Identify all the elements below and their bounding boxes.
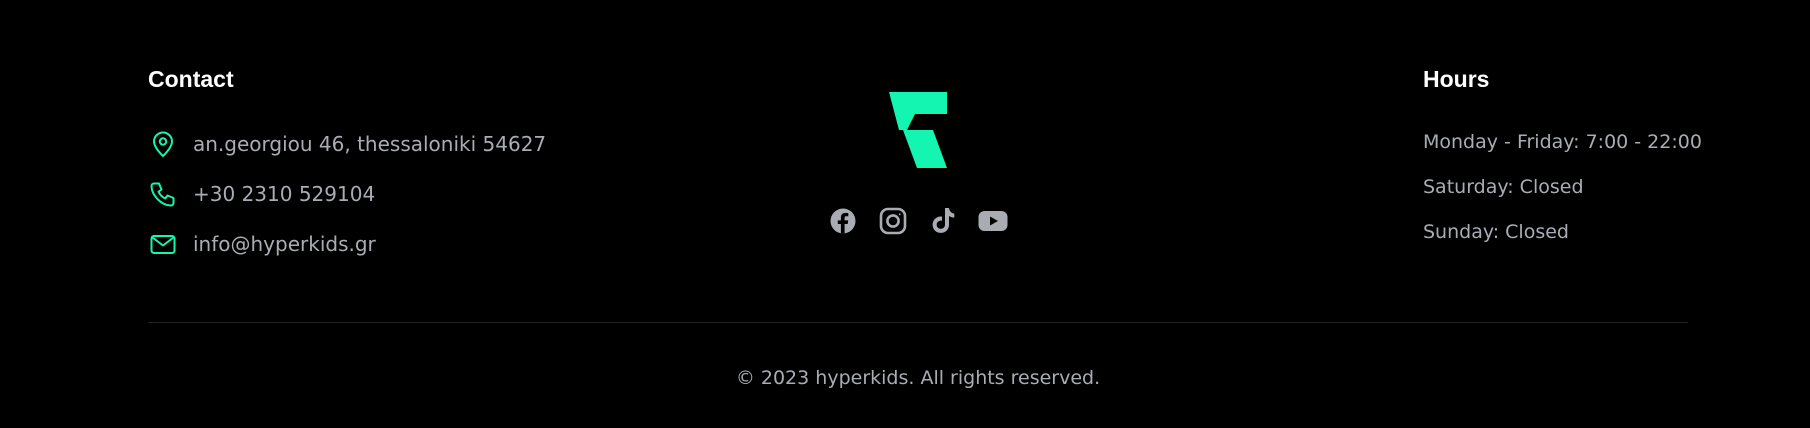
social-links <box>828 205 1008 237</box>
footer-divider <box>148 322 1688 323</box>
tiktok-icon[interactable] <box>928 205 958 237</box>
contact-section: Contact an.georgiou 46, thessaloniki 546… <box>148 64 546 256</box>
youtube-icon[interactable] <box>978 205 1008 237</box>
site-footer: Contact an.georgiou 46, thessaloniki 546… <box>0 0 1810 428</box>
contact-phone[interactable]: +30 2310 529104 <box>148 179 375 209</box>
phone-text[interactable]: +30 2310 529104 <box>193 180 375 208</box>
hours-weekdays: Monday - Friday: 7:00 - 22:00 <box>1423 131 1702 153</box>
facebook-icon[interactable] <box>828 205 858 237</box>
email-text[interactable]: info@hyperkids.gr <box>193 230 376 258</box>
contact-email[interactable]: info@hyperkids.gr <box>148 229 376 259</box>
hours-heading: Hours <box>1423 66 1490 92</box>
map-pin-icon <box>148 129 178 159</box>
hours-saturday: Saturday: Closed <box>1423 176 1584 198</box>
address-text: an.georgiou 46, thessaloniki 54627 <box>193 132 547 156</box>
hours-section: Hours Monday - Friday: 7:00 - 22:00 Satu… <box>1423 64 1702 243</box>
hours-sunday: Sunday: Closed <box>1423 221 1569 243</box>
mail-icon <box>148 229 178 259</box>
hyperkids-logo-icon[interactable] <box>889 92 947 168</box>
instagram-icon[interactable] <box>878 205 908 237</box>
contact-address: an.georgiou 46, thessaloniki 54627 <box>148 129 546 159</box>
contact-heading: Contact <box>148 66 234 92</box>
phone-icon <box>148 179 178 209</box>
copyright-text: © 2023 hyperkids. All rights reserved. <box>735 367 1101 389</box>
